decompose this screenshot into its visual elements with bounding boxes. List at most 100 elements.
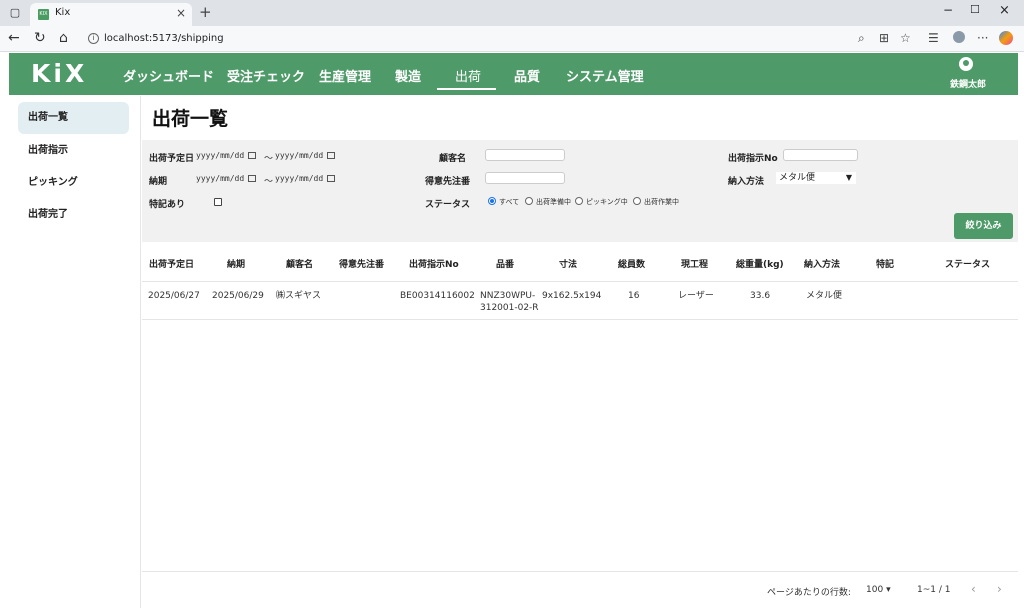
column-header[interactable]: 顧客名: [286, 257, 313, 270]
favorites-icon[interactable]: ☰: [928, 31, 939, 45]
nav-manufacturing[interactable]: 製造: [395, 66, 421, 85]
calendar-icon[interactable]: [248, 175, 257, 182]
note-checkbox[interactable]: [214, 198, 222, 206]
browser-tab-bar: ▢ KIX Kix × + − ☐ ×: [0, 0, 1024, 26]
due-date-from-input[interactable]: yyyy/mm/dd: [196, 174, 257, 183]
ship-date-to-input[interactable]: yyyy/mm/dd: [275, 151, 336, 160]
customer-order-label: 得意先注番: [425, 177, 471, 187]
column-header[interactable]: 納期: [227, 257, 245, 270]
customer-order-input[interactable]: [485, 172, 565, 184]
page-range: 1~1 / 1: [917, 585, 951, 595]
profile-avatar-icon[interactable]: [953, 31, 965, 43]
cell-delivery: メタル便: [806, 291, 843, 301]
cell-qty: 16: [628, 291, 640, 301]
status-radio-working[interactable]: [633, 197, 641, 205]
column-header[interactable]: 出荷指示No: [409, 257, 459, 270]
sidebar-item-picking[interactable]: ピッキング: [18, 167, 129, 199]
status-option-working[interactable]: 出荷作業中: [644, 197, 679, 207]
reload-icon[interactable]: ↻: [34, 30, 46, 46]
minimize-icon[interactable]: −: [943, 3, 953, 17]
row-divider: [142, 319, 1018, 320]
more-icon[interactable]: ···: [977, 31, 988, 45]
nav-system[interactable]: システム管理: [566, 66, 644, 85]
sidebar-item-shipping-instruction[interactable]: 出荷指示: [18, 135, 129, 167]
ship-date-label: 出荷予定日: [149, 154, 195, 164]
status-option-preparing[interactable]: 出荷準備中: [536, 197, 571, 207]
column-header[interactable]: 寸法: [559, 257, 577, 270]
search-icon[interactable]: ⌕: [858, 31, 865, 45]
footer-divider: [142, 571, 1018, 572]
due-date-label: 納期: [149, 177, 168, 187]
cell-part-no: NNZ30WPU- 312001-02-R: [480, 291, 539, 313]
read-aloud-icon[interactable]: ⊞: [879, 31, 889, 45]
status-radio-preparing[interactable]: [525, 197, 533, 205]
instruction-no-input[interactable]: [783, 149, 858, 161]
delivery-method-select[interactable]: メタル便 ▼: [776, 172, 856, 184]
maximize-icon[interactable]: ☐: [970, 3, 980, 16]
favorite-star-icon[interactable]: ☆: [900, 31, 911, 45]
nav-order-check[interactable]: 受注チェック: [227, 66, 305, 85]
tab-actions-icon[interactable]: ▢: [7, 5, 23, 21]
tab-title: Kix: [55, 7, 71, 18]
sidebar: 出荷一覧 出荷指示 ピッキング 出荷完了: [9, 96, 141, 608]
filter-submit-button[interactable]: 絞り込み: [954, 213, 1013, 239]
user-icon[interactable]: [959, 57, 973, 71]
browser-tab[interactable]: KIX Kix ×: [30, 3, 192, 26]
calendar-icon[interactable]: [248, 152, 257, 159]
sidebar-item-shipping-complete[interactable]: 出荷完了: [18, 199, 129, 231]
nav-quality[interactable]: 品質: [514, 66, 540, 85]
home-icon[interactable]: ⌂: [59, 30, 68, 46]
cell-size: 9x162.5x194: [542, 291, 602, 301]
window-close-icon[interactable]: ×: [999, 3, 1010, 18]
column-header[interactable]: 総員数: [618, 257, 645, 270]
range-separator: ～: [264, 154, 274, 164]
status-option-picking[interactable]: ピッキング中: [586, 197, 628, 207]
calendar-icon[interactable]: [327, 175, 336, 182]
nav-shipping[interactable]: 出荷: [455, 66, 481, 85]
ship-date-from-input[interactable]: yyyy/mm/dd: [196, 151, 257, 160]
instruction-no-label: 出荷指示No: [728, 154, 778, 164]
app-header: KiX ダッシュボード 受注チェック 生産管理 製造 出荷 品質 システム管理 …: [9, 53, 1018, 95]
column-header[interactable]: 総重量(kg): [736, 257, 784, 270]
url-text: localhost:5173/shipping: [104, 33, 224, 44]
sidebar-item-shipping-list[interactable]: 出荷一覧: [18, 102, 129, 134]
new-tab-icon[interactable]: +: [199, 3, 212, 21]
range-separator: ～: [264, 177, 274, 187]
browser-toolbar: ← ↻ ⌂ i localhost:5173/shipping ⌕ ⊞ ☆ ☰ …: [0, 26, 1024, 52]
calendar-icon[interactable]: [327, 152, 336, 159]
column-header[interactable]: 品番: [496, 257, 514, 270]
rows-per-page-label: ページあたりの行数:: [767, 588, 851, 598]
column-header[interactable]: 現工程: [681, 257, 708, 270]
column-header[interactable]: 出荷予定日: [149, 257, 194, 270]
status-radio-all[interactable]: [488, 197, 496, 205]
copilot-icon[interactable]: [999, 31, 1013, 45]
chevron-down-icon: ▼: [845, 173, 852, 182]
next-page-icon[interactable]: ›: [997, 582, 1002, 596]
nav-dashboard[interactable]: ダッシュボード: [123, 66, 214, 85]
cell-ship-date: 2025/06/27: [148, 291, 200, 301]
page-title: 出荷一覧: [152, 108, 229, 130]
header-divider: [142, 281, 1018, 282]
customer-input[interactable]: [485, 149, 565, 161]
nav-active-indicator: [437, 88, 496, 90]
address-bar[interactable]: i localhost:5173/shipping: [80, 30, 902, 49]
column-header[interactable]: 特記: [876, 257, 894, 270]
column-header[interactable]: 納入方法: [804, 257, 840, 270]
app-logo[interactable]: KiX: [31, 59, 87, 88]
prev-page-icon[interactable]: ‹: [971, 582, 976, 596]
back-icon[interactable]: ←: [8, 30, 20, 46]
delivery-method-label: 納入方法: [728, 177, 765, 187]
tab-close-icon[interactable]: ×: [176, 6, 186, 20]
rows-per-page-select[interactable]: 100 ▾: [866, 585, 891, 595]
cell-instruction-no: BE00314116002: [400, 291, 475, 301]
column-header[interactable]: ステータス: [945, 257, 990, 270]
nav-production[interactable]: 生産管理: [319, 66, 371, 85]
status-radio-picking[interactable]: [575, 197, 583, 205]
customer-label: 顧客名: [439, 154, 467, 164]
user-name[interactable]: 鉄鋼太郎: [950, 77, 986, 90]
due-date-to-input[interactable]: yyyy/mm/dd: [275, 174, 336, 183]
info-icon[interactable]: i: [88, 33, 99, 44]
status-option-all[interactable]: すべて: [499, 197, 519, 207]
column-header[interactable]: 得意先注番: [339, 257, 384, 270]
cell-customer: ㈱スギヤス: [276, 291, 322, 301]
